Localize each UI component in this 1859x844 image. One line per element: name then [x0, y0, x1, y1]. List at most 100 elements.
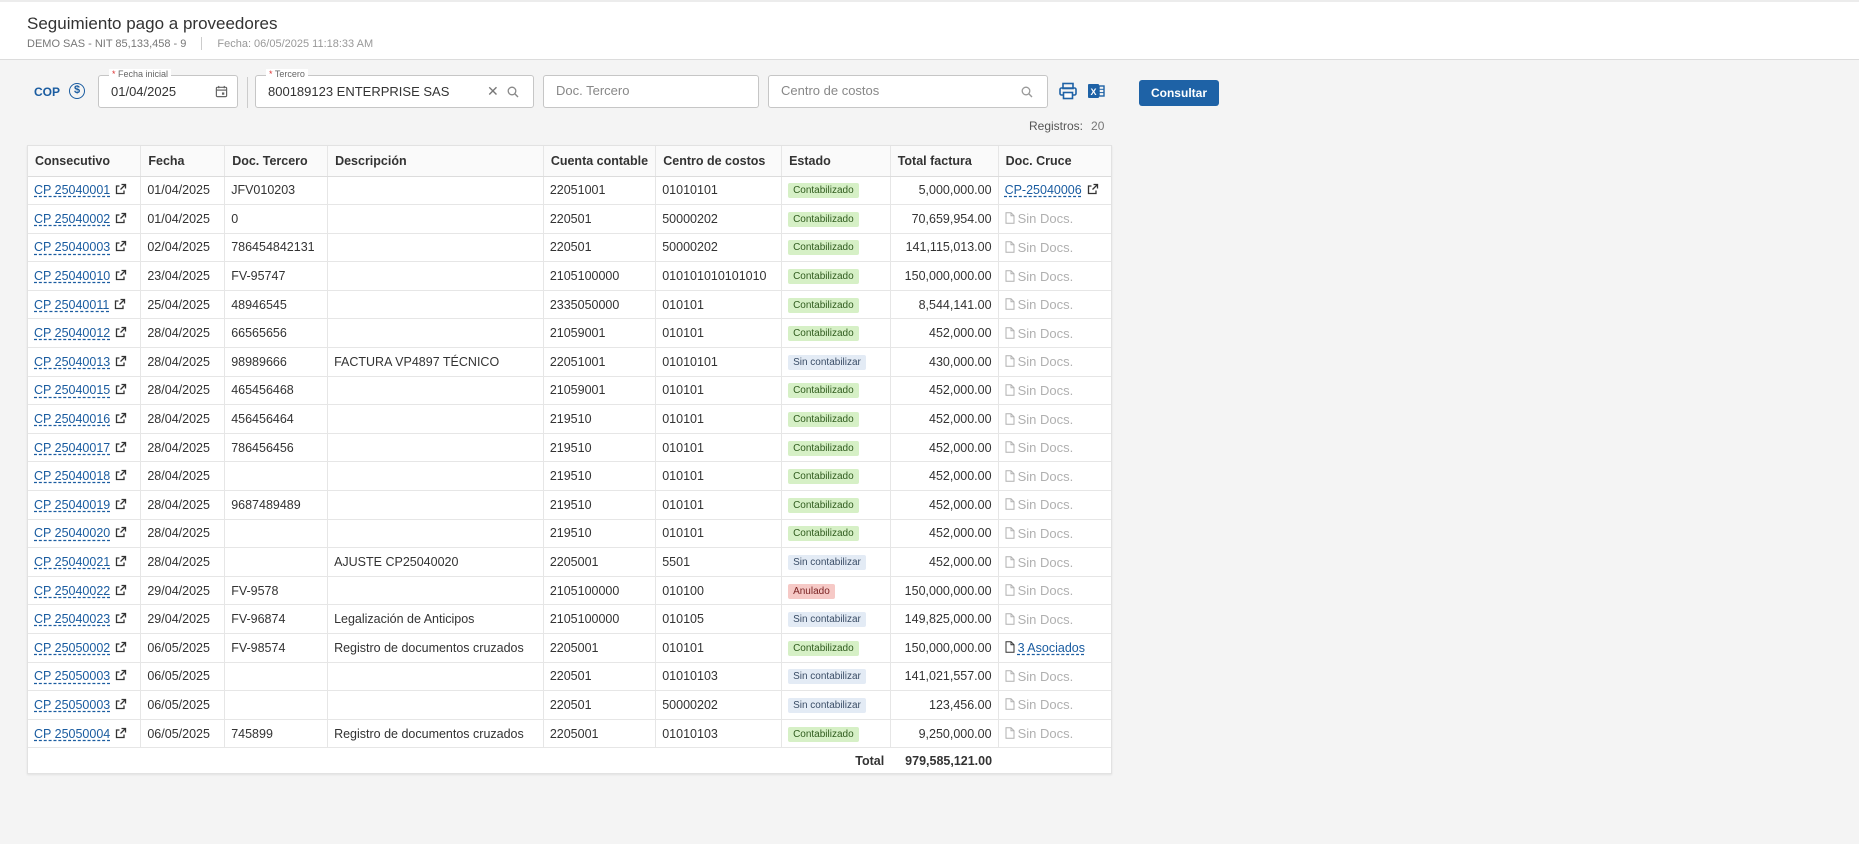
table-row[interactable]: CP 25040002 01/04/2025 0 220501 50000202 Cont…: [28, 204, 1111, 234]
print-icon[interactable]: [1058, 81, 1078, 101]
table-row[interactable]: CP 25040017 28/04/2025 786456456 219510 0101…: [28, 433, 1111, 463]
external-link-icon[interactable]: [115, 727, 127, 739]
external-link-icon[interactable]: [115, 212, 127, 224]
external-link-icon[interactable]: [115, 269, 127, 281]
table-row[interactable]: CP 25040010 23/04/2025 FV-95747 2105100000 0…: [28, 261, 1111, 291]
cell-consecutivo: CP 25040012: [28, 318, 142, 349]
table-row[interactable]: CP 25040016 28/04/2025 456456464 219510 0101…: [28, 404, 1111, 434]
table-row[interactable]: CP 25050003 06/05/2025 220501 50000202 Sin c…: [28, 690, 1111, 720]
consecutivo-link[interactable]: CP 25040022: [34, 584, 110, 598]
external-link-icon[interactable]: [115, 584, 127, 596]
search-icon[interactable]: [1021, 86, 1033, 98]
consecutivo-link[interactable]: CP 25040020: [34, 526, 110, 540]
excel-icon[interactable]: X: [1086, 81, 1106, 101]
dollar-circle-icon[interactable]: $: [69, 83, 85, 99]
consecutivo-link[interactable]: CP 25050002: [34, 641, 110, 655]
table-row[interactable]: CP 25040023 29/04/2025 FV-96874 Legalizació…: [28, 604, 1111, 634]
consecutivo-link[interactable]: CP 25040002: [34, 212, 110, 226]
column-header[interactable]: Consecutivo: [28, 146, 142, 177]
consecutivo-link[interactable]: CP 25040019: [34, 498, 110, 512]
doc-cruce-associated-link[interactable]: 3 Asociados: [1018, 641, 1085, 655]
report-date: Fecha: 06/05/2025 11:18:33 AM: [217, 37, 374, 50]
fecha-inicial-field[interactable]: * Fecha inicial 01/04/2025: [98, 69, 238, 108]
external-link-icon[interactable]: [115, 526, 127, 538]
table-row[interactable]: CP 25050003 06/05/2025 220501 01010103 Sin c…: [28, 662, 1111, 692]
table-row[interactable]: CP 25050002 06/05/2025 FV-98574 Registro de…: [28, 633, 1111, 663]
column-header[interactable]: Fecha: [140, 146, 226, 177]
consecutivo-link[interactable]: CP 25040021: [34, 555, 110, 569]
consecutivo-link[interactable]: CP 25040011: [34, 298, 109, 312]
external-link-icon[interactable]: [1087, 183, 1099, 195]
column-header[interactable]: Total factura: [890, 146, 999, 177]
cell-estado: Sin contabilizar: [781, 604, 891, 634]
table-row[interactable]: CP 25040001 01/04/2025 JFV010203 22051001 01…: [28, 176, 1111, 206]
tercero-field[interactable]: * Tercero 800189123 ENTERPRISE SAS ✕: [255, 69, 534, 108]
table-row[interactable]: CP 25040003 02/04/2025 786454842131 220501 5…: [28, 233, 1111, 263]
table-row[interactable]: CP 25040011 25/04/2025 48946545 2335050000 0…: [28, 290, 1111, 320]
search-icon[interactable]: [507, 86, 519, 98]
consecutivo-link[interactable]: CP 25040015: [34, 383, 110, 397]
cell-cuenta-contable: 219510: [543, 404, 657, 434]
consecutivo-link[interactable]: CP 25040001: [34, 183, 110, 197]
cell-descripcion: [327, 176, 544, 206]
consecutivo-link[interactable]: CP 25040010: [34, 269, 110, 283]
consecutivo-link[interactable]: CP 25040012: [34, 326, 110, 340]
consecutivo-link[interactable]: CP 25040013: [34, 355, 110, 369]
external-link-icon[interactable]: [115, 498, 127, 510]
currency-label[interactable]: COP: [34, 85, 60, 99]
consecutivo-link[interactable]: CP 25040016: [34, 412, 110, 426]
column-header[interactable]: Estado: [781, 146, 891, 177]
external-link-icon[interactable]: [115, 612, 127, 624]
consecutivo-link[interactable]: CP 25040018: [34, 469, 110, 483]
tercero-value[interactable]: 800189123 ENTERPRISE SAS: [268, 84, 449, 99]
external-link-icon[interactable]: [115, 183, 127, 195]
column-header[interactable]: Doc. Cruce: [998, 146, 1111, 177]
cell-total-factura: 452,000.00: [890, 547, 999, 577]
consecutivo-link[interactable]: CP 25050003: [34, 669, 110, 683]
external-link-icon[interactable]: [114, 298, 126, 310]
centro-costos-field[interactable]: [768, 75, 1048, 108]
table-row[interactable]: CP 25040019 28/04/2025 9687489489 219510 010…: [28, 490, 1111, 520]
external-link-icon[interactable]: [115, 383, 127, 395]
doc-tercero-field[interactable]: [543, 75, 759, 108]
consultar-button[interactable]: Consultar: [1139, 80, 1219, 106]
consecutivo-link[interactable]: CP 25050003: [34, 698, 110, 712]
clear-icon[interactable]: ✕: [487, 83, 499, 100]
doc-tercero-input[interactable]: [556, 83, 756, 98]
external-link-icon[interactable]: [115, 469, 127, 481]
external-link-icon[interactable]: [115, 355, 127, 367]
column-header[interactable]: Cuenta contable: [543, 146, 657, 177]
cell-consecutivo: CP 25040022: [28, 576, 142, 606]
external-link-icon[interactable]: [115, 669, 127, 681]
no-docs-label: Sin Docs.: [1017, 697, 1074, 713]
table-row[interactable]: CP 25040018 28/04/2025 219510 010101 Contabi…: [28, 461, 1111, 492]
column-header[interactable]: Descripción: [327, 146, 544, 177]
external-link-icon[interactable]: [115, 698, 127, 710]
doc-cruce-link[interactable]: CP-25040006: [1005, 183, 1082, 197]
external-link-icon[interactable]: [115, 441, 127, 453]
consecutivo-link[interactable]: CP 25040023: [34, 612, 110, 626]
page-subtitle: DEMO SAS - NIT 85,133,458 - 9 Fecha: 06/…: [27, 37, 373, 50]
fecha-inicial-value[interactable]: 01/04/2025: [111, 84, 176, 99]
cell-cuenta-contable: 2205001: [543, 633, 657, 663]
calendar-icon[interactable]: [215, 85, 228, 98]
consecutivo-link[interactable]: CP 25040003: [34, 240, 110, 254]
external-link-icon[interactable]: [115, 240, 127, 252]
table-row[interactable]: CP 25040021 28/04/2025 AJUSTE CP25040020 22…: [28, 547, 1111, 577]
no-docs-label: Sin Docs.: [1017, 611, 1074, 627]
consecutivo-link[interactable]: CP 25050004: [34, 727, 110, 741]
external-link-icon[interactable]: [115, 326, 127, 338]
table-row[interactable]: CP 25040013 28/04/2025 98989666 FACTURA VP4…: [28, 347, 1111, 377]
column-header[interactable]: Doc. Tercero: [224, 146, 329, 177]
centro-costos-input[interactable]: [781, 83, 981, 98]
column-header[interactable]: Centro de costos: [655, 146, 783, 177]
table-row[interactable]: CP 25040015 28/04/2025 465456468 21059001 01…: [28, 376, 1111, 406]
table-row[interactable]: CP 25050004 06/05/2025 745899 Registro de d…: [28, 719, 1111, 749]
consecutivo-link[interactable]: CP 25040017: [34, 441, 110, 455]
external-link-icon[interactable]: [115, 412, 127, 424]
external-link-icon[interactable]: [115, 555, 127, 567]
table-row[interactable]: CP 25040020 28/04/2025 219510 010101 Contabi…: [28, 519, 1111, 549]
table-row[interactable]: CP 25040012 28/04/2025 66565656 21059001 010…: [28, 318, 1111, 349]
table-row[interactable]: CP 25040022 29/04/2025 FV-9578 2105100000 01…: [28, 576, 1111, 606]
external-link-icon[interactable]: [115, 641, 127, 653]
